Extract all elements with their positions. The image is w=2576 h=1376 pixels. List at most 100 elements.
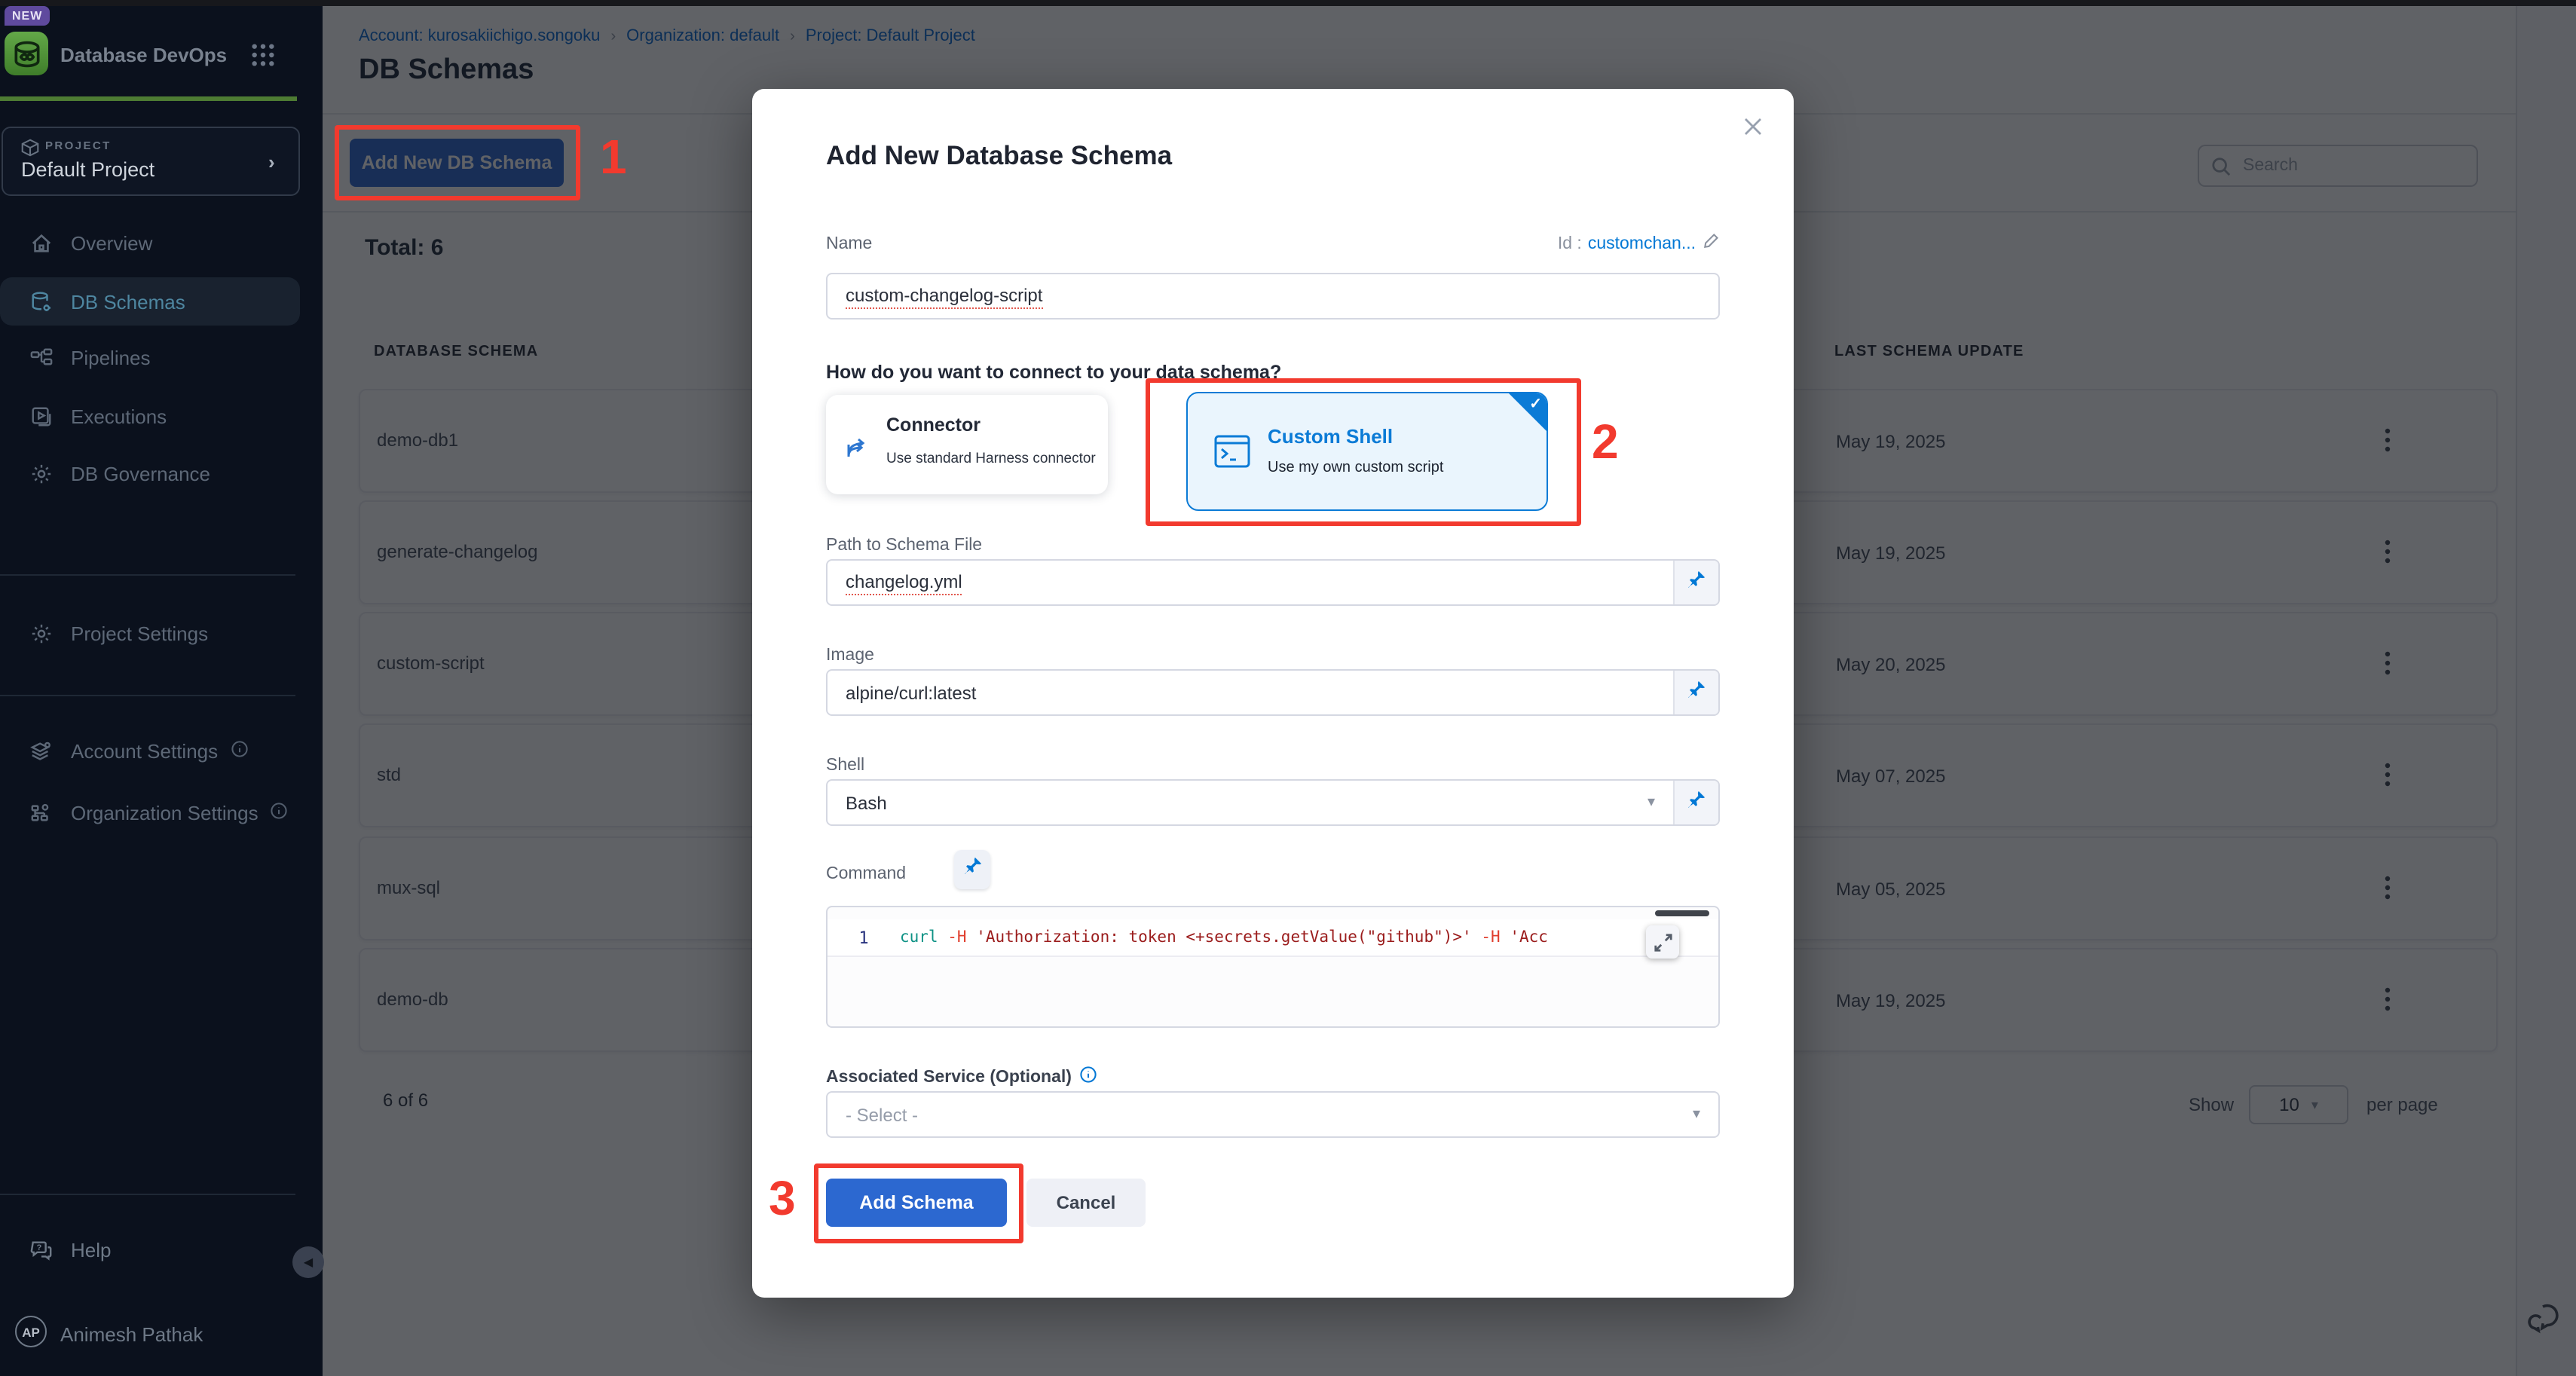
sidebar-divider [0, 1194, 295, 1195]
database-gear-icon [30, 290, 53, 313]
sidebar-item-label: Help [71, 1238, 112, 1261]
new-badge: NEW [5, 6, 50, 26]
top-edge-strip [0, 0, 2576, 6]
line-number: 1 [828, 928, 900, 947]
command-label: Command [826, 865, 906, 883]
pin-icon [1687, 789, 1706, 816]
code-text: curl -H 'Authorization: token <+secrets.… [900, 928, 1548, 946]
shell-label: Shell [826, 757, 864, 775]
org-chart-icon [30, 801, 53, 824]
name-input-value: custom-changelog-script [846, 284, 1042, 308]
path-input[interactable]: changelog.yml [826, 559, 1720, 606]
sidebar-item-label: Executions [71, 405, 167, 427]
info-icon [230, 739, 248, 762]
name-input[interactable]: custom-changelog-script [826, 273, 1720, 320]
pin-addon[interactable] [1673, 561, 1718, 604]
close-icon[interactable] [1739, 113, 1767, 148]
command-pin-button[interactable] [954, 850, 990, 889]
app-root: Account: kurosakiichigo.songoku › Organi… [0, 0, 2576, 1376]
chevron-right-icon: › [268, 151, 275, 173]
annotation-box-1 [335, 125, 580, 200]
sidebar-item-db-schemas[interactable]: DB Schemas [0, 277, 300, 326]
connector-card-title: Connector [886, 414, 981, 436]
annotation-box-2 [1146, 378, 1581, 526]
help-chat-icon: ? [30, 1238, 53, 1261]
edit-pencil-icon[interactable] [1702, 232, 1720, 255]
horizontal-scrollbar[interactable] [1655, 910, 1709, 916]
sidebar-item-label: Account Settings [71, 739, 218, 762]
sidebar: NEW Database DevOps PROJECT Default Proj… [0, 0, 323, 1376]
path-input-value: changelog.yml [846, 570, 962, 595]
info-icon[interactable] [1079, 1066, 1097, 1088]
path-label: Path to Schema File [826, 537, 982, 555]
sidebar-item-label: Project Settings [71, 622, 208, 644]
home-icon [30, 231, 53, 254]
expand-editor-icon[interactable] [1646, 925, 1679, 959]
sidebar-item-db-governance[interactable]: DB Governance [0, 449, 300, 497]
layers-gear-icon [30, 739, 53, 762]
sidebar-item-account-settings[interactable]: Account Settings [0, 726, 300, 775]
product-title: Database DevOps [60, 44, 227, 66]
sidebar-item-overview[interactable]: Overview [0, 219, 300, 267]
name-label: Name [826, 235, 872, 253]
info-icon [271, 801, 289, 824]
annotation-number-1: 1 [600, 130, 627, 185]
annotation-box-3 [814, 1163, 1023, 1243]
sidebar-item-project-settings[interactable]: Project Settings [0, 609, 300, 657]
id-label: Id : [1558, 234, 1582, 252]
sidebar-item-label: DB Schemas [71, 290, 185, 313]
play-square-icon [30, 405, 53, 427]
shell-select-value: Bash [846, 792, 887, 813]
associated-service-select[interactable]: - Select - ▾ [826, 1091, 1720, 1138]
app-switcher-icon[interactable] [250, 42, 276, 75]
associated-service-text: Associated Service (Optional) [826, 1068, 1072, 1086]
associated-service-value: - Select - [846, 1104, 918, 1125]
chevron-down-icon: ▾ [1693, 1106, 1700, 1123]
pin-addon[interactable] [1673, 781, 1718, 824]
shell-select[interactable]: Bash ▾ [826, 779, 1720, 826]
sidebar-item-pipelines[interactable]: Pipelines [0, 333, 300, 381]
user-avatar[interactable]: AP [15, 1316, 47, 1347]
harness-dbops-logo[interactable] [5, 32, 48, 75]
command-code-editor[interactable]: 1 curl -H 'Authorization: token <+secret… [826, 906, 1720, 1028]
sidebar-divider [0, 695, 295, 696]
connector-icon [843, 428, 873, 469]
pin-icon [962, 856, 982, 883]
id-row: Id : customchan... [1558, 232, 1720, 255]
sidebar-item-label: DB Governance [71, 462, 210, 485]
cancel-button[interactable]: Cancel [1026, 1179, 1146, 1227]
image-input[interactable]: alpine/curl:latest [826, 669, 1720, 716]
sidebar-item-label: Organization Settings [71, 801, 259, 824]
sidebar-divider [0, 574, 295, 576]
connector-card[interactable]: Connector Use standard Harness connector [826, 395, 1108, 494]
sidebar-collapse-handle[interactable]: ◀ [292, 1246, 324, 1278]
project-label: PROJECT [45, 139, 112, 152]
pin-addon[interactable] [1673, 671, 1718, 714]
pin-icon [1687, 569, 1706, 596]
sidebar-item-executions[interactable]: Executions [0, 392, 300, 440]
project-selector[interactable]: PROJECT Default Project › [2, 127, 300, 196]
gear-icon [30, 462, 53, 485]
gear-icon [30, 622, 53, 644]
image-label: Image [826, 647, 874, 665]
modal-title: Add New Database Schema [826, 140, 1172, 172]
connector-card-subtitle: Use standard Harness connector [886, 451, 1096, 467]
sidebar-item-organization-settings[interactable]: Organization Settings [0, 788, 300, 836]
sidebar-item-help[interactable]: ? Help [0, 1225, 300, 1274]
pin-icon [1687, 679, 1706, 706]
sidebar-item-label: Overview [71, 231, 152, 254]
collapse-arrow-icon: ◀ [304, 1255, 313, 1269]
add-schema-modal: Add New Database Schema Name Id : custom… [752, 89, 1794, 1298]
brand-underline [0, 96, 297, 100]
svg-text:?: ? [36, 1243, 41, 1252]
associated-service-label: Associated Service (Optional) [826, 1066, 1097, 1088]
image-input-value: alpine/curl:latest [846, 682, 976, 703]
user-name[interactable]: Animesh Pathak [60, 1323, 203, 1346]
chevron-down-icon: ▾ [1647, 794, 1655, 811]
pipeline-icon [30, 346, 53, 368]
annotation-number-3: 3 [769, 1171, 796, 1227]
project-name: Default Project [21, 158, 154, 181]
code-line: 1 curl -H 'Authorization: token <+secret… [828, 919, 1718, 957]
id-value[interactable]: customchan... [1588, 234, 1696, 252]
annotation-number-2: 2 [1592, 414, 1619, 470]
